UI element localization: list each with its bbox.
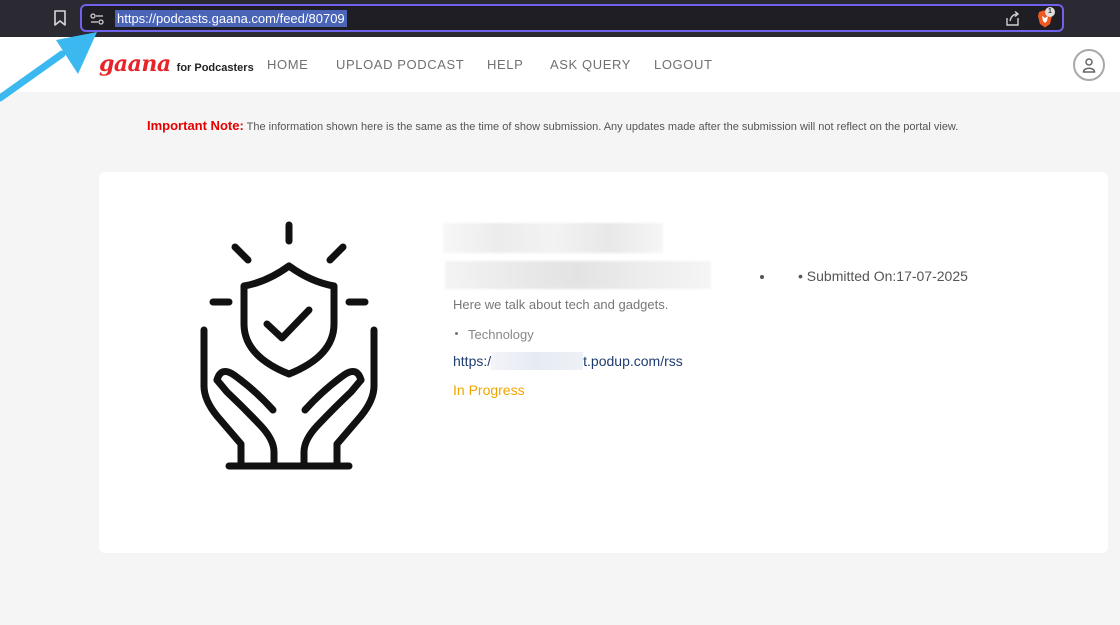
rss-feed-redacted: [491, 352, 584, 370]
rss-feed-prefix: https:/: [453, 353, 492, 369]
podcast-category: Technology: [468, 327, 534, 342]
site-header: gaana for Podcasters HOME UPLOAD PODCAST…: [0, 37, 1120, 92]
important-note-text: The information shown here is the same a…: [243, 121, 959, 133]
site-info-icon[interactable]: [89, 11, 105, 27]
brave-badge: 1: [1045, 7, 1055, 17]
logo-sub-text: for Podcasters: [176, 62, 254, 74]
submitted-date: • Submitted On:17-07-2025: [798, 268, 968, 284]
nav-help[interactable]: HELP: [487, 57, 523, 72]
podcast-description: Here we talk about tech and gadgets.: [453, 297, 669, 312]
nav-ask-query[interactable]: ASK QUERY: [550, 57, 631, 72]
url-text[interactable]: https://podcasts.gaana.com/feed/80709: [115, 10, 347, 27]
submitted-bullet: [760, 275, 764, 279]
browser-toolbar: https://podcasts.gaana.com/feed/80709 1: [0, 0, 1120, 37]
share-icon[interactable]: [1004, 10, 1022, 28]
category-bullet: [455, 332, 458, 335]
gaana-logo[interactable]: gaana for Podcasters: [99, 51, 254, 79]
nav-home[interactable]: HOME: [267, 57, 308, 72]
rss-feed-link[interactable]: https:/ t.podup.com/rss: [453, 352, 683, 370]
shield-check-hands-icon: [200, 221, 378, 470]
bookmark-icon[interactable]: [50, 8, 70, 28]
podcast-card: Here we talk about tech and gadgets. Tec…: [99, 172, 1108, 553]
rss-feed-suffix: t.podup.com/rss: [583, 353, 683, 369]
nav-logout[interactable]: LOGOUT: [654, 57, 713, 72]
important-note-label: Important Note:: [147, 118, 244, 133]
user-icon[interactable]: [1073, 49, 1105, 81]
important-note: Important Note: The information shown he…: [147, 118, 958, 133]
podcast-title-redacted: [443, 223, 663, 253]
podcast-author-redacted: [445, 261, 711, 289]
annotation-arrow-icon: [0, 32, 97, 102]
nav-upload-podcast[interactable]: UPLOAD PODCAST: [336, 57, 464, 72]
status-badge: In Progress: [453, 382, 525, 398]
address-bar[interactable]: https://podcasts.gaana.com/feed/80709 1: [80, 4, 1064, 32]
